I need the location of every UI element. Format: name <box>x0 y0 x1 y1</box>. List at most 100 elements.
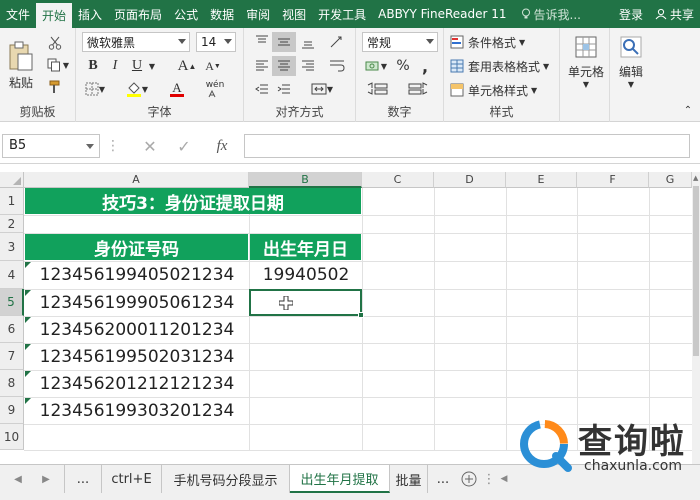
font-color-button[interactable]: A <box>162 80 192 98</box>
fill-color-button[interactable]: ▼ <box>122 80 152 98</box>
id-cell[interactable]: 123456199303201234 <box>25 397 249 424</box>
align-center-button[interactable] <box>272 56 296 76</box>
error-indicator-icon[interactable] <box>25 344 31 350</box>
id-cell[interactable]: 123456201212121234 <box>25 370 249 397</box>
id-cell[interactable]: 123456200011201234 <box>25 316 249 343</box>
cancel-icon[interactable]: ✕ <box>140 136 160 156</box>
tab-page-layout[interactable]: 页面布局 <box>108 0 168 28</box>
grow-font-button[interactable]: A ▲ <box>176 56 198 76</box>
sheet-tab-ctrl-e[interactable]: ctrl+E <box>102 465 162 493</box>
decrease-decimal-button[interactable] <box>402 80 434 98</box>
editing-button[interactable]: 编辑 ▼ <box>612 32 650 92</box>
collapse-ribbon-icon[interactable]: ⌃ <box>680 102 696 118</box>
row-header-9[interactable]: 9 <box>0 397 24 424</box>
row-header-4[interactable]: 4 <box>0 261 24 289</box>
bold-button[interactable]: B <box>84 56 102 76</box>
title-cell[interactable]: 技巧3：身份证提取日期 <box>25 188 361 214</box>
row-header-10[interactable]: 10 <box>0 424 24 450</box>
error-indicator-icon[interactable] <box>25 398 31 404</box>
cell-styles-button[interactable]: 单元格样式 ▼ <box>450 80 556 100</box>
merge-center-button[interactable]: ▼ <box>302 80 342 98</box>
font-name-dropdown[interactable]: 微软雅黑 <box>82 32 190 52</box>
number-format-dropdown[interactable]: 常规 <box>362 32 438 52</box>
sheet-tab-more-left[interactable]: ... <box>64 465 102 493</box>
tab-abbyy[interactable]: ABBYY FineReader 11 <box>372 0 512 28</box>
sheet-tab-birth[interactable]: 出生年月提取 <box>290 465 390 493</box>
scroll-up-icon[interactable]: ▲ <box>693 174 698 182</box>
prev-sheet-icon[interactable]: ◀ <box>8 465 28 493</box>
formula-input[interactable] <box>244 134 690 158</box>
login-link[interactable]: 登录 <box>613 0 649 28</box>
tab-formulas[interactable]: 公式 <box>168 0 204 28</box>
font-size-dropdown[interactable]: 14 <box>196 32 236 52</box>
error-indicator-icon[interactable] <box>25 317 31 323</box>
column-header-c[interactable]: C <box>362 172 434 188</box>
align-right-button[interactable] <box>298 56 318 76</box>
hscroll-left-icon[interactable]: ◀ <box>496 465 512 493</box>
add-sheet-button[interactable] <box>458 465 480 493</box>
insert-function-button[interactable]: fx <box>210 136 234 156</box>
decrease-indent-button[interactable] <box>252 80 272 98</box>
orientation-button[interactable] <box>324 32 350 52</box>
format-painter-button[interactable] <box>44 78 66 96</box>
underline-button[interactable]: U <box>128 56 146 76</box>
increase-decimal-button[interactable] <box>362 80 394 98</box>
paste-button[interactable]: 粘贴 <box>4 32 38 98</box>
row-header-1[interactable]: 1 <box>0 188 24 215</box>
wrap-text-button[interactable] <box>324 56 350 76</box>
column-header-g[interactable]: G <box>649 172 692 188</box>
copy-button[interactable]: ▼ <box>44 56 72 74</box>
tab-file[interactable]: 文件 <box>0 0 36 28</box>
shrink-font-button[interactable]: A ▼ <box>202 56 224 76</box>
tab-developer[interactable]: 开发工具 <box>312 0 372 28</box>
tab-review[interactable]: 审阅 <box>240 0 276 28</box>
row-header-3[interactable]: 3 <box>0 233 24 261</box>
underline-chevron-down-icon[interactable]: ▼ <box>148 58 156 74</box>
tab-view[interactable]: 视图 <box>276 0 312 28</box>
drag-handle[interactable]: ⋮ <box>106 136 120 156</box>
column-header-b[interactable]: B <box>249 172 362 188</box>
header-birth-cell[interactable]: 出生年月日 <box>250 234 361 260</box>
sheet-tab-batch[interactable]: 批量 <box>390 465 428 493</box>
row-header-6[interactable]: 6 <box>0 316 24 343</box>
cells-button[interactable]: 单元格 ▼ <box>564 32 608 92</box>
format-as-table-button[interactable]: 套用表格格式 ▼ <box>450 56 556 76</box>
phonetic-button[interactable]: wén <box>200 80 230 98</box>
tell-me-box[interactable]: 告诉我... <box>513 0 589 28</box>
align-left-button[interactable] <box>252 56 272 76</box>
id-cell[interactable]: 123456199502031234 <box>25 343 249 370</box>
sheet-tab-phone[interactable]: 手机号码分段显示 <box>162 465 290 493</box>
selected-cell-b5[interactable] <box>249 289 364 318</box>
column-header-f[interactable]: F <box>577 172 649 188</box>
scrollbar-thumb[interactable] <box>693 186 699 356</box>
tab-home[interactable]: 开始 <box>36 3 73 28</box>
row-header-7[interactable]: 7 <box>0 343 24 370</box>
share-button[interactable]: 共享 <box>649 0 700 28</box>
increase-indent-button[interactable] <box>274 80 294 98</box>
sheet-tab-more-right[interactable]: ... <box>428 465 458 493</box>
tab-splitter-handle[interactable]: ⋮ <box>483 465 496 493</box>
align-top-button[interactable] <box>252 32 272 52</box>
align-middle-button[interactable] <box>272 32 296 52</box>
error-indicator-icon[interactable] <box>25 371 31 377</box>
row-header-5[interactable]: 5 <box>0 289 24 316</box>
borders-button[interactable]: ▼ <box>82 80 108 98</box>
next-sheet-icon[interactable]: ▶ <box>36 465 56 493</box>
column-header-a[interactable]: A <box>24 172 249 188</box>
fill-handle[interactable] <box>358 312 364 318</box>
id-cell[interactable]: 123456199905061234 <box>25 289 249 316</box>
percent-button[interactable]: % <box>394 56 412 76</box>
currency-button[interactable]: ▼ <box>362 56 390 76</box>
tab-insert[interactable]: 插入 <box>72 0 108 28</box>
birth-cell[interactable]: 19940502 <box>250 261 362 289</box>
row-header-2[interactable]: 2 <box>0 215 24 233</box>
error-indicator-icon[interactable] <box>25 262 31 268</box>
column-header-d[interactable]: D <box>434 172 506 188</box>
cut-button[interactable] <box>44 34 66 52</box>
tab-data[interactable]: 数据 <box>204 0 240 28</box>
align-bottom-button[interactable] <box>298 32 318 52</box>
conditional-format-button[interactable]: 条件格式 ▼ <box>450 32 556 52</box>
select-all-corner[interactable] <box>0 172 24 188</box>
column-header-e[interactable]: E <box>506 172 577 188</box>
header-id-cell[interactable]: 身份证号码 <box>25 234 248 260</box>
